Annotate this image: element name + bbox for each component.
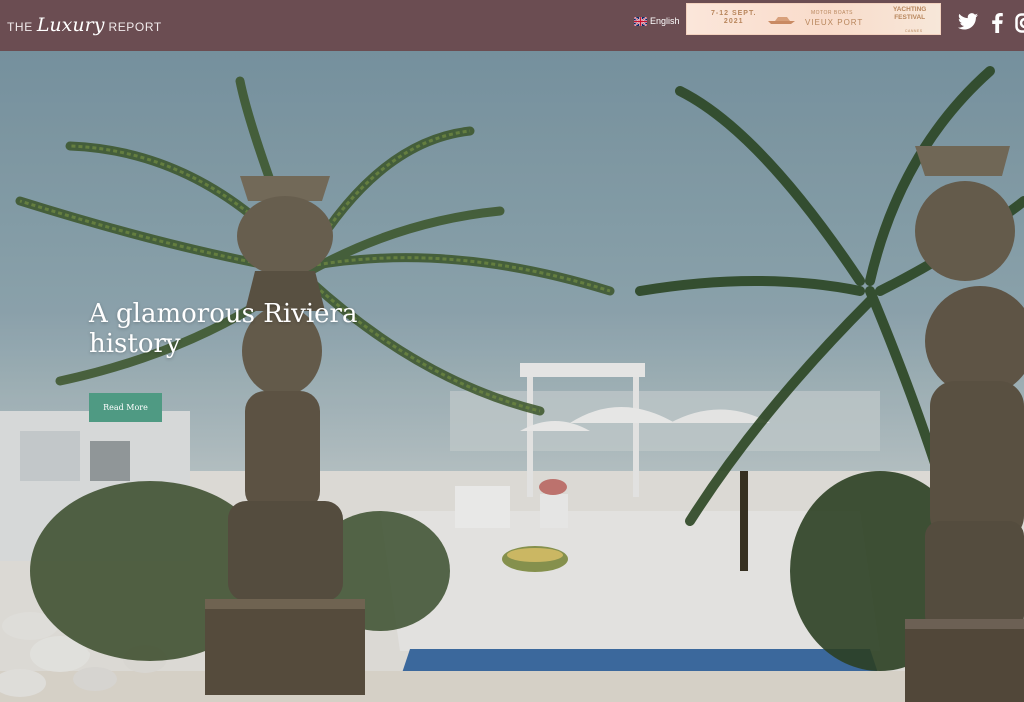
- language-label: English: [650, 16, 680, 26]
- logo-prefix: THE: [7, 20, 33, 34]
- banner-motor-boats: MOTOR BOATS: [811, 10, 853, 16]
- site-logo[interactable]: THE Luxury REPORT: [7, 14, 162, 36]
- banner-brand-line2: FESTIVAL: [894, 14, 926, 21]
- banner-dates: 7-12 SEPT. 2021: [711, 10, 756, 26]
- boat-icon: [768, 17, 795, 24]
- banner-brand-line1: YACHTING: [893, 6, 927, 13]
- yachting-festival-banner[interactable]: 7-12 SEPT. 2021 MOTOR BOATS VIEUX PORT Y…: [686, 3, 941, 35]
- banner-vieux-port: VIEUX PORT: [805, 18, 864, 27]
- instagram-icon[interactable]: [1015, 13, 1024, 33]
- banner-city: CANNES: [905, 29, 923, 33]
- hero-section: A glamorous Riviera history Read More: [0, 51, 1024, 702]
- twitter-icon[interactable]: [958, 13, 978, 30]
- logo-suffix: REPORT: [108, 20, 162, 34]
- uk-flag-icon: [634, 16, 647, 26]
- logo-script: Luxury: [36, 14, 105, 36]
- facebook-icon[interactable]: [992, 13, 1003, 33]
- hero-background-image: [0, 51, 1024, 702]
- read-more-button[interactable]: Read More: [89, 393, 162, 422]
- site-header: THE Luxury REPORT English 7-12 SEPT. 202…: [0, 0, 1024, 51]
- language-selector[interactable]: English: [634, 14, 680, 28]
- hero-title: A glamorous Riviera history: [89, 299, 358, 359]
- banner-dates-text: 7-12 SEPT.: [711, 10, 757, 17]
- banner-festival-brand: YACHTING FESTIVAL: [893, 6, 926, 22]
- banner-year-text: 2021: [723, 18, 744, 25]
